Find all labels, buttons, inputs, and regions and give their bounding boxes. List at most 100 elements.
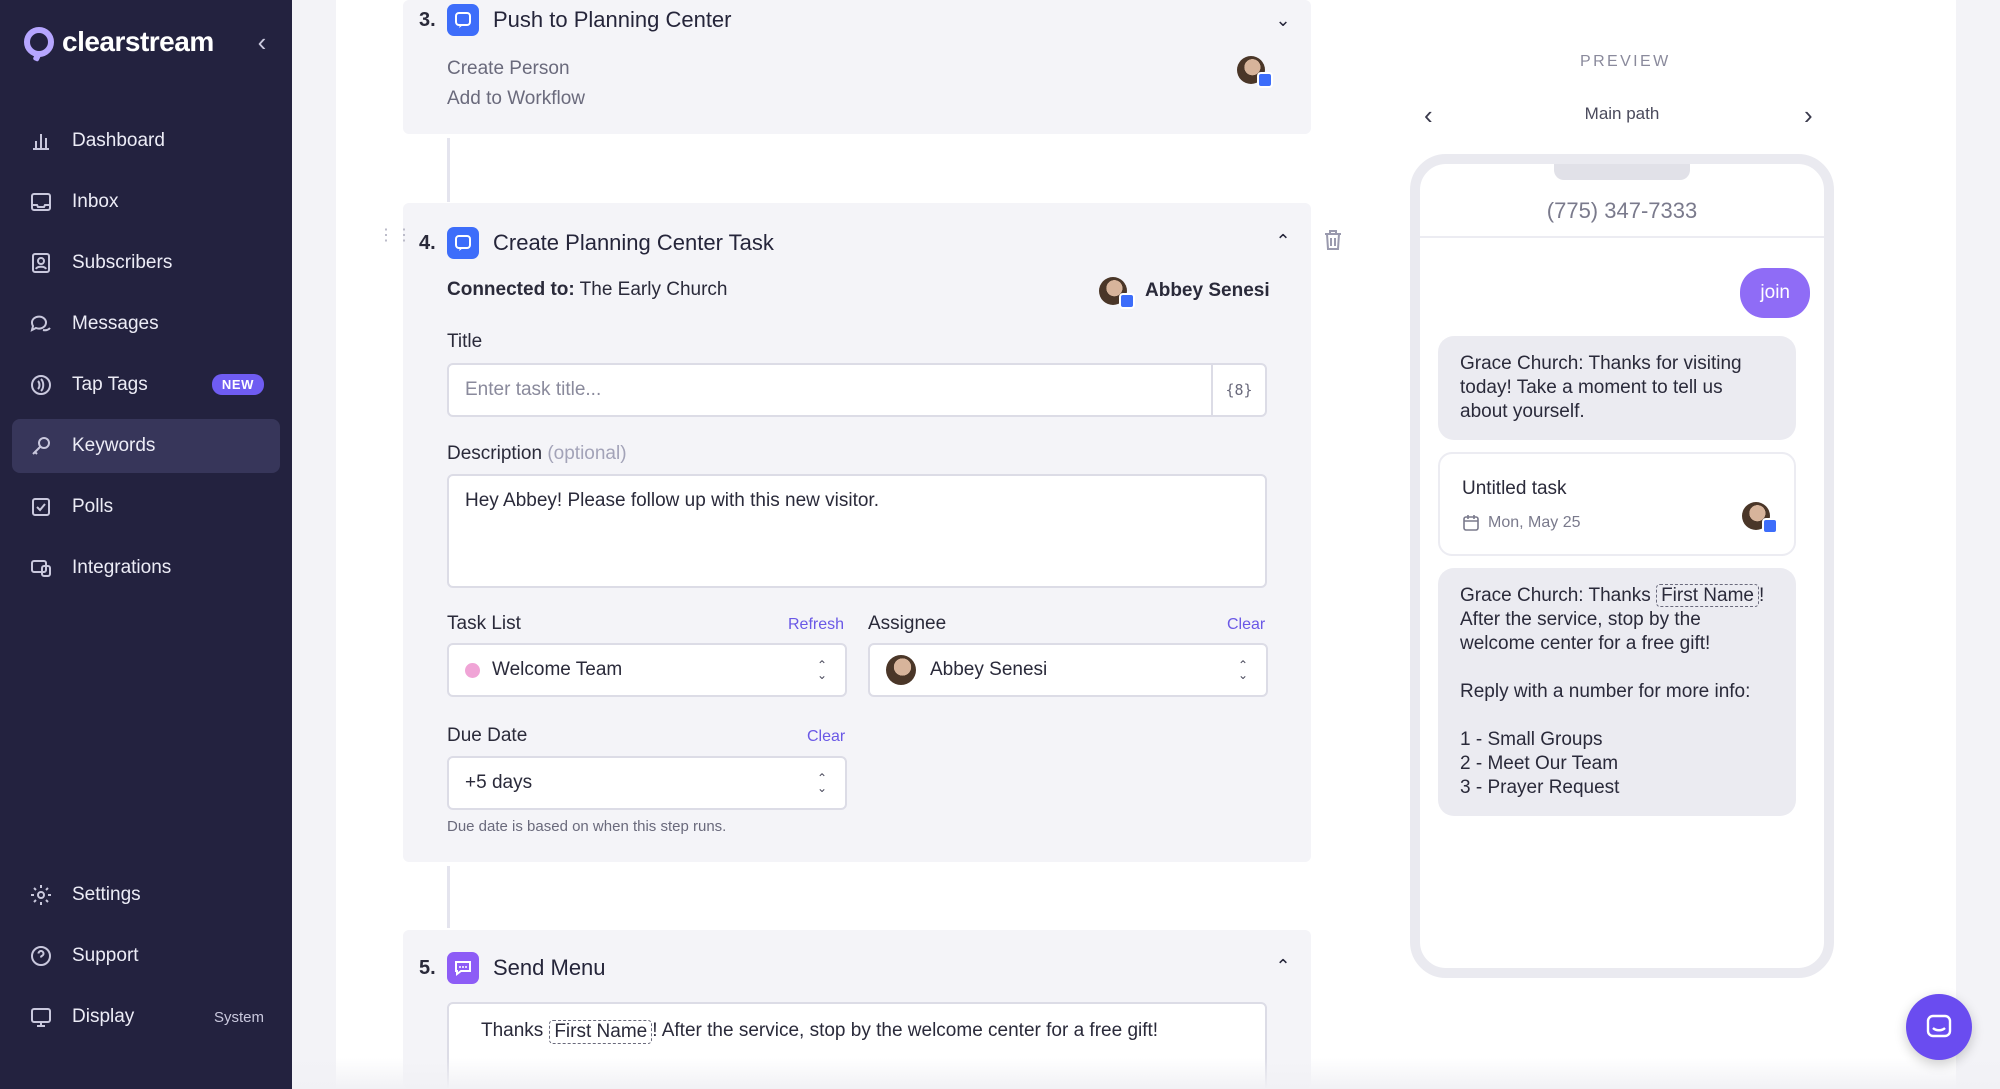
- planning-center-badge-icon: [1119, 293, 1135, 309]
- task-preview-date: Mon, May 25: [1462, 514, 1580, 532]
- task-title-input[interactable]: Enter task title... {8}: [447, 363, 1267, 417]
- avatar: [1742, 502, 1778, 534]
- monitor-icon: [28, 1004, 54, 1030]
- step-number: 3.: [419, 8, 436, 31]
- sidebar-item-polls[interactable]: Polls: [12, 480, 280, 534]
- clear-assignee-link[interactable]: Clear: [1227, 616, 1265, 634]
- path-label: Main path: [1584, 104, 1660, 123]
- chevron-down-icon[interactable]: ⌄: [1273, 10, 1293, 30]
- task-date-value: Mon, May 25: [1488, 514, 1581, 531]
- sidebar-item-integrations[interactable]: Integrations: [12, 541, 280, 595]
- due-date-value: +5 days: [465, 772, 533, 793]
- menu-option: 3 - Prayer Request: [1460, 777, 1620, 798]
- description-textarea[interactable]: Hey Abbey! Please follow up with this ne…: [447, 474, 1267, 588]
- menu-message-exclaim: !: [1758, 585, 1765, 606]
- chat-support-button[interactable]: [1906, 994, 1972, 1060]
- sidebar-bottom-nav: Settings Support Display System: [12, 868, 280, 1051]
- assignee-label: Assignee: [868, 613, 947, 634]
- sidebar-item-tap-tags[interactable]: Tap Tags NEW: [12, 358, 280, 412]
- tap-tag-icon: [28, 372, 54, 398]
- phone-notch: [1554, 164, 1690, 180]
- calendar-icon: [1463, 515, 1479, 531]
- trash-icon[interactable]: [1322, 228, 1346, 252]
- avatar: [1099, 277, 1135, 309]
- step-connector: [447, 866, 450, 928]
- sidebar-item-dashboard[interactable]: Dashboard: [12, 114, 280, 168]
- due-date-hint: Due date is based on when this step runs…: [447, 818, 727, 835]
- key-icon: [28, 433, 54, 459]
- sidebar-item-keywords[interactable]: Keywords: [12, 419, 280, 473]
- chevron-up-icon[interactable]: ⌃: [1273, 956, 1293, 976]
- menu-message-line2: After the service, stop by the welcome c…: [1460, 609, 1711, 654]
- step-header[interactable]: 3. Push to Planning Center: [419, 4, 732, 36]
- clearstream-logo-icon: [24, 27, 54, 57]
- step-title: Create Planning Center Task: [493, 230, 774, 255]
- step-title: Send Menu: [493, 955, 606, 980]
- assignee-select[interactable]: Abbey Senesi ⌃ ⌄: [868, 643, 1268, 697]
- step-action-line: Create Person: [447, 58, 570, 79]
- task-list-select[interactable]: Welcome Team ⌃ ⌄: [447, 643, 847, 697]
- sidebar-item-label: Support: [72, 945, 139, 966]
- step-connector: [447, 138, 450, 202]
- avatar: [886, 655, 916, 685]
- sidebar-item-inbox[interactable]: Inbox: [12, 175, 280, 229]
- brand[interactable]: clearstream: [24, 26, 214, 58]
- chevron-left-icon[interactable]: ‹: [1424, 100, 1433, 131]
- assignee-value: Abbey Senesi: [930, 659, 1048, 680]
- step-action-line: Add to Workflow: [447, 88, 585, 109]
- menu-option: 2 - Meet Our Team: [1460, 753, 1619, 774]
- step-title: Push to Planning Center: [493, 7, 732, 32]
- step-number: 5.: [419, 956, 436, 979]
- sidebar-item-label: Messages: [72, 313, 159, 334]
- first-name-token[interactable]: First Name: [549, 1020, 653, 1044]
- gear-icon: [28, 882, 54, 908]
- task-owner-name: Abbey Senesi: [1145, 280, 1270, 301]
- chevron-right-icon[interactable]: ›: [1804, 100, 1813, 131]
- chat-icon: [1926, 1014, 1952, 1038]
- message-suffix: ! After the service, stop by the welcome…: [652, 1020, 1159, 1041]
- collapse-sidebar-icon[interactable]: ‹: [250, 29, 274, 55]
- planning-center-icon: [447, 4, 479, 36]
- avatar: [1237, 56, 1273, 88]
- planning-center-icon: [447, 227, 479, 259]
- sidebar-item-label: Inbox: [72, 191, 119, 212]
- sidebar-item-label: Dashboard: [72, 130, 165, 151]
- optional-label: (optional): [547, 443, 627, 464]
- incoming-menu-message: Grace Church: Thanks First Name! After t…: [1438, 568, 1796, 816]
- contacts-icon: [28, 250, 54, 276]
- bar-chart-icon: [28, 128, 54, 154]
- sidebar-item-support[interactable]: Support: [12, 929, 280, 983]
- select-arrows-icon: ⌃ ⌄: [816, 658, 828, 682]
- sidebar-item-subscribers[interactable]: Subscribers: [12, 236, 280, 290]
- new-badge: NEW: [211, 374, 264, 395]
- sidebar: clearstream ‹ Dashboard Inbox Subscriber…: [0, 0, 292, 1089]
- planning-center-badge-icon: [1257, 72, 1273, 88]
- help-icon: [28, 943, 54, 969]
- due-date-select[interactable]: +5 days ⌃ ⌄: [447, 756, 847, 810]
- clear-due-date-link[interactable]: Clear: [807, 728, 845, 746]
- phone-preview: (775) 347-7333 join Grace Church: Thanks…: [1410, 154, 1834, 978]
- preview-label: PREVIEW: [1580, 53, 1671, 70]
- drag-handle-icon[interactable]: ⋮⋮: [378, 228, 412, 254]
- sidebar-item-display[interactable]: Display System: [12, 990, 280, 1044]
- select-arrows-icon: ⌃ ⌄: [816, 771, 828, 795]
- step-header[interactable]: 5. Send Menu: [419, 952, 606, 984]
- select-arrows-icon: ⌃ ⌄: [1237, 658, 1249, 682]
- insert-variable-button[interactable]: {8}: [1211, 365, 1265, 415]
- task-title-placeholder: Enter task title...: [465, 379, 602, 400]
- sidebar-item-settings[interactable]: Settings: [12, 868, 280, 922]
- bottom-fade: [292, 1058, 2000, 1089]
- phone-number: (775) 347-7333: [1546, 198, 1698, 223]
- sidebar-item-messages[interactable]: Messages: [12, 297, 280, 351]
- chevron-up-icon[interactable]: ⌃: [1273, 231, 1293, 251]
- display-mode-value: System: [213, 1008, 264, 1026]
- incoming-message: Grace Church: Thanks for visiting today!…: [1438, 336, 1796, 440]
- sidebar-item-label: Display: [72, 1006, 135, 1027]
- menu-message-prefix: Grace Church: Thanks: [1460, 585, 1651, 606]
- task-owner: Abbey Senesi: [1099, 277, 1270, 309]
- step-header[interactable]: 4. Create Planning Center Task: [419, 227, 774, 259]
- connected-to-label: Connected to:: [447, 279, 575, 300]
- message-prefix: Thanks: [481, 1020, 544, 1041]
- refresh-link[interactable]: Refresh: [788, 616, 844, 634]
